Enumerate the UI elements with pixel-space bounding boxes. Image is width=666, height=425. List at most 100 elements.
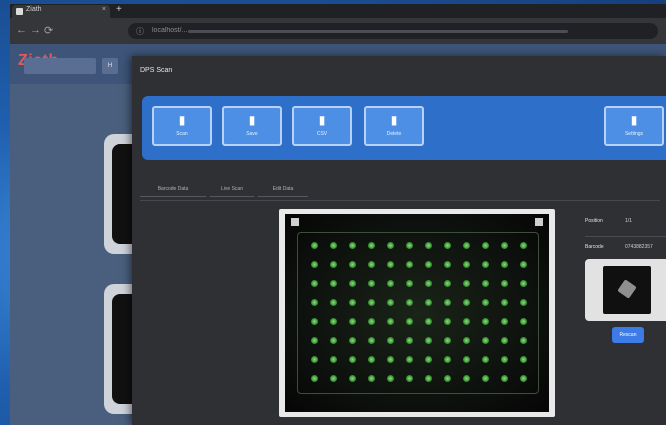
well [501, 261, 508, 268]
well [482, 356, 489, 363]
well [349, 375, 356, 382]
well [501, 375, 508, 382]
tab-live-scan[interactable]: Live Scan [210, 182, 254, 197]
well [387, 261, 394, 268]
well [311, 242, 318, 249]
save-button[interactable]: ▮ Save [222, 106, 282, 146]
well [520, 299, 527, 306]
well [368, 375, 375, 382]
well [425, 356, 432, 363]
well [444, 261, 451, 268]
tool-label: Delete [386, 131, 402, 137]
file-icon: ▮ [248, 113, 256, 127]
file-icon: ▮ [178, 113, 186, 127]
reload-icon[interactable]: ⟳ [44, 24, 53, 37]
well [387, 280, 394, 287]
back-icon[interactable]: ← [16, 24, 27, 36]
well [387, 242, 394, 249]
well [406, 280, 413, 287]
well [406, 375, 413, 382]
well [387, 299, 394, 306]
well [368, 299, 375, 306]
well [463, 242, 470, 249]
tool-label: CSV [316, 131, 328, 137]
well [482, 299, 489, 306]
well [330, 337, 337, 344]
well [444, 299, 451, 306]
well [406, 356, 413, 363]
well [349, 261, 356, 268]
file-icon: ▮ [390, 113, 398, 127]
well [368, 261, 375, 268]
well [520, 261, 527, 268]
browser-tab[interactable]: Ziath × [12, 5, 110, 18]
rescan-button[interactable]: Rescan [612, 327, 644, 343]
app-nav-button-1[interactable] [24, 58, 96, 74]
csv-button[interactable]: ▮ CSV [292, 106, 352, 146]
well [463, 318, 470, 325]
well [368, 337, 375, 344]
well [330, 375, 337, 382]
well [425, 261, 432, 268]
well [368, 280, 375, 287]
tab-edit-data[interactable]: Edit Data [258, 182, 308, 197]
well [406, 337, 413, 344]
well [330, 318, 337, 325]
info-panel: Position 1/1 Barcode 0743882357 [585, 210, 666, 262]
well [501, 337, 508, 344]
tool-label: Scan [176, 131, 188, 137]
tab-barcode-data[interactable]: Barcode Data [140, 182, 206, 197]
tab-bar: Ziath × + [10, 4, 666, 18]
well [501, 318, 508, 325]
delete-button[interactable]: ▮ Delete [364, 106, 424, 146]
well [387, 375, 394, 382]
well [406, 318, 413, 325]
address-bar[interactable]: ⓘ localhost/... [128, 23, 658, 39]
tube-top [617, 279, 637, 299]
new-tab-button[interactable]: + [116, 4, 122, 15]
well [406, 242, 413, 249]
forward-icon[interactable]: → [30, 24, 41, 36]
well [406, 299, 413, 306]
well-plate-image [285, 214, 549, 412]
well [425, 337, 432, 344]
well [482, 280, 489, 287]
well [482, 337, 489, 344]
settings-button[interactable]: ▮ Settings [604, 106, 664, 146]
well [501, 356, 508, 363]
well [425, 375, 432, 382]
well [520, 280, 527, 287]
well [311, 337, 318, 344]
scan-image-frame [279, 209, 555, 417]
file-icon: ▮ [630, 113, 638, 127]
well [330, 299, 337, 306]
well [330, 242, 337, 249]
well [311, 261, 318, 268]
well [463, 280, 470, 287]
corner-marker [291, 218, 299, 226]
well [444, 318, 451, 325]
url-path [188, 30, 568, 33]
well [425, 318, 432, 325]
well [520, 242, 527, 249]
well [368, 318, 375, 325]
well [520, 318, 527, 325]
well [330, 280, 337, 287]
well [444, 337, 451, 344]
close-tab-icon[interactable]: × [102, 6, 106, 13]
info-key: Barcode [585, 244, 604, 250]
well [311, 375, 318, 382]
well [387, 318, 394, 325]
tube-thumbnail[interactable] [603, 266, 651, 314]
corner-marker [535, 218, 543, 226]
lock-icon: ⓘ [136, 27, 144, 36]
side-card-1 [104, 134, 134, 254]
well [368, 242, 375, 249]
plate-edge [297, 232, 539, 394]
modal-title: DPS Scan [140, 67, 173, 74]
app-nav-button-2[interactable]: H [102, 58, 118, 74]
well [349, 337, 356, 344]
scan-button[interactable]: ▮ Scan [152, 106, 212, 146]
info-value: 1/1 [625, 218, 632, 224]
info-key: Position [585, 218, 603, 224]
